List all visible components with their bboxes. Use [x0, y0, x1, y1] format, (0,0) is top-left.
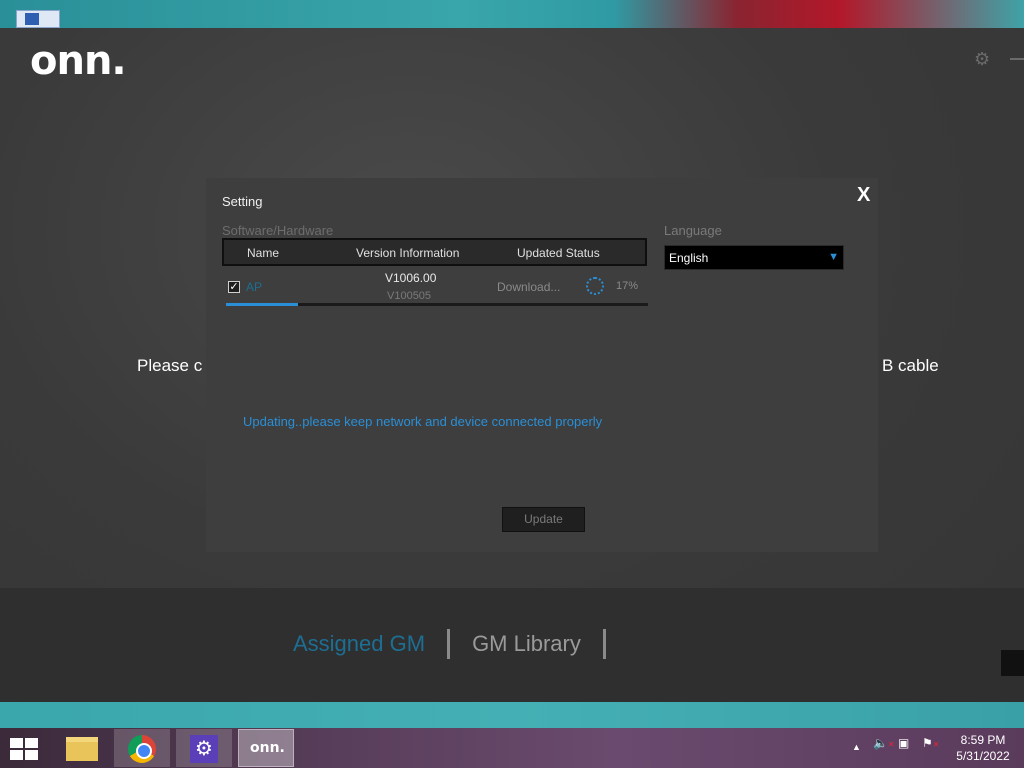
- progress-fill: [226, 303, 298, 306]
- windows-start-icon[interactable]: [10, 738, 38, 760]
- update-status: Download...: [497, 280, 561, 294]
- update-message: Updating..please keep network and device…: [243, 414, 603, 429]
- folder-icon: [66, 737, 98, 761]
- dialog-title: Setting: [222, 194, 263, 209]
- language-value: English: [669, 251, 709, 265]
- version-old: V100505: [387, 290, 432, 302]
- tab-assigned-gm[interactable]: Assigned GM: [293, 631, 425, 657]
- network-icon[interactable]: ▣: [898, 736, 909, 750]
- chevron-down-icon: ▼: [828, 251, 839, 263]
- column-header-name: Name: [247, 246, 280, 260]
- progress-percent: 17%: [616, 280, 639, 292]
- tab-divider: [602, 629, 606, 659]
- background-message-right: B cable: [882, 356, 939, 375]
- desktop-background-top: [0, 0, 1024, 28]
- action-center-flag-icon[interactable]: ⚑✕: [922, 736, 939, 750]
- system-clock[interactable]: 8:59 PM 5/31/2022: [948, 732, 1018, 764]
- column-header-status: Updated Status: [517, 246, 600, 260]
- row-checkbox[interactable]: ✓: [228, 281, 240, 293]
- table-row: ✓ AP V1006.00 V100505 Download... 17%: [222, 268, 647, 304]
- desktop-background-bottom: [0, 702, 1024, 728]
- table-header: Name Version Information Updated Status: [222, 238, 647, 266]
- row-name: AP: [246, 280, 263, 294]
- minimize-icon[interactable]: [1010, 58, 1024, 60]
- loading-spinner-icon: [586, 277, 604, 295]
- tab-gm-library[interactable]: GM Library: [472, 631, 581, 657]
- onn-label: onn.: [250, 740, 285, 756]
- section-label-software-hardware: Software/Hardware: [222, 223, 334, 238]
- taskbar-onn-app[interactable]: onn.: [238, 729, 294, 767]
- side-button[interactable]: [1001, 650, 1024, 676]
- progress-bar: [226, 303, 648, 306]
- volume-muted-icon[interactable]: 🔈✕: [873, 736, 895, 750]
- desktop-shortcut-icon[interactable]: [16, 10, 60, 28]
- clock-date: 5/31/2022: [956, 749, 1010, 763]
- clock-time: 8:59 PM: [960, 733, 1006, 747]
- taskbar-file-explorer[interactable]: [54, 729, 110, 767]
- version-new: V1006.00: [385, 271, 437, 285]
- gear-icon[interactable]: ⚙: [974, 50, 992, 68]
- background-message-left: Please c: [137, 356, 203, 375]
- taskbar: ⚙ onn. ▲ 🔈✕ ▣ ⚑✕ 8:59 PM 5/31/2022: [0, 728, 1024, 768]
- close-button[interactable]: X: [857, 184, 870, 207]
- show-hidden-icons-chevron-icon[interactable]: ▲: [852, 742, 861, 752]
- tab-divider: [447, 629, 451, 659]
- taskbar-chrome[interactable]: [114, 729, 170, 767]
- settings-dialog: Setting X Software/Hardware Name Version…: [206, 178, 878, 552]
- app-bottom-bar: Assigned GM GM Library: [0, 588, 1024, 702]
- nav-tabs: Assigned GM GM Library: [293, 628, 606, 660]
- chrome-icon: [128, 735, 156, 763]
- update-button[interactable]: Update: [502, 507, 585, 532]
- app-logo: onn.: [30, 38, 127, 84]
- gear-icon: ⚙: [190, 735, 218, 763]
- taskbar-settings[interactable]: ⚙: [176, 729, 232, 767]
- language-select[interactable]: English ▼: [664, 245, 844, 270]
- language-label: Language: [664, 223, 722, 238]
- column-header-version: Version Information: [356, 246, 460, 260]
- onn-app-window: onn. ⚙ Please c B cable Assigned GM GM L…: [0, 28, 1024, 702]
